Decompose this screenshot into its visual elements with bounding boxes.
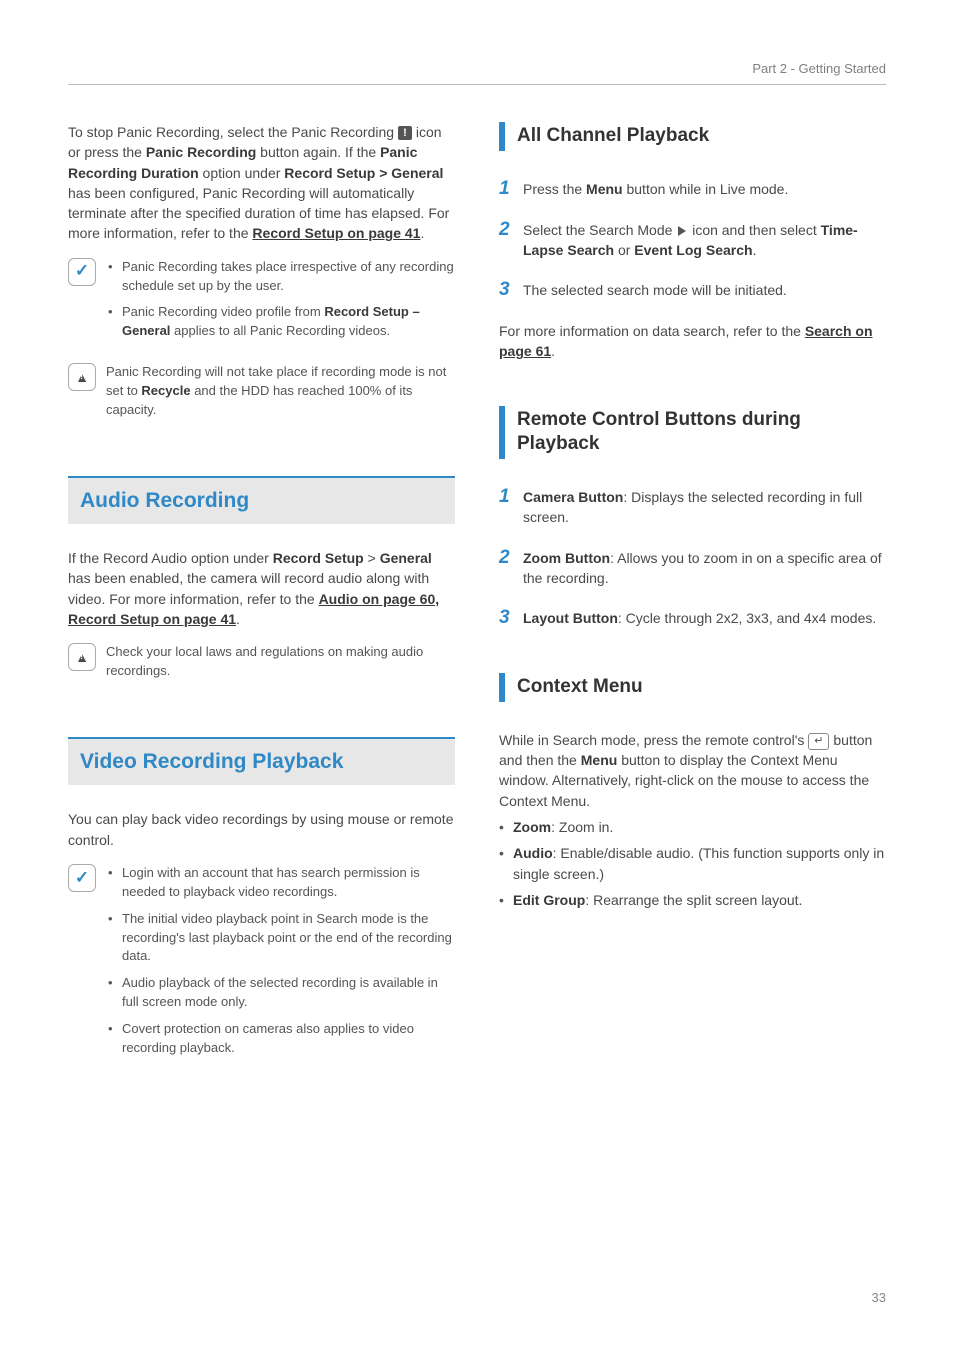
text: or <box>614 242 634 258</box>
text: . <box>551 343 555 359</box>
text: icon and then select <box>688 222 820 238</box>
text: Recycle <box>141 383 190 398</box>
text: Layout Button <box>523 610 618 626</box>
text: Record Setup <box>273 550 364 566</box>
note-block: Login with an account that has search pe… <box>68 864 455 1066</box>
text: Panic Recording video profile from <box>122 304 324 319</box>
text: Panic Recording <box>146 144 256 160</box>
warning-text: Check your local laws and regulations on… <box>106 643 455 681</box>
all-channel-steps: 1 Press the Menu button while in Live mo… <box>499 179 886 301</box>
step-item: 3 Layout Button: Cycle through 2x2, 3x3,… <box>499 608 886 629</box>
heading-remote-control-buttons: Remote Control Buttons during Playback <box>499 406 886 459</box>
step-number: 1 <box>499 487 513 508</box>
step-item: 1 Camera Button: Displays the selected r… <box>499 487 886 528</box>
checkmark-icon <box>68 258 96 286</box>
text: Press the <box>523 181 586 197</box>
enter-icon: ↵ <box>808 733 829 750</box>
step-number: 3 <box>499 280 513 301</box>
context-menu-paragraph: While in Search mode, press the remote c… <box>499 730 886 811</box>
text: . <box>236 611 240 627</box>
text: applies to all Panic Recording videos. <box>170 323 390 338</box>
text: button while in Live mode. <box>623 181 789 197</box>
text: : Rearrange the split screen layout. <box>585 892 802 908</box>
page-number: 33 <box>872 1289 886 1308</box>
checkmark-icon <box>68 864 96 892</box>
heading-context-menu: Context Menu <box>499 673 886 702</box>
text: . <box>753 242 757 258</box>
step-number: 2 <box>499 548 513 569</box>
audio-paragraph: If the Record Audio option under Record … <box>68 548 455 629</box>
text: : Cycle through 2x2, 3x3, and 4x4 modes. <box>618 610 876 626</box>
text: Record Setup > General <box>284 165 443 181</box>
text: Menu <box>581 752 618 768</box>
text: Menu <box>586 181 623 197</box>
text: Zoom Button <box>523 550 610 566</box>
text: button again. If the <box>256 144 380 160</box>
warning-icon: ▲ <box>68 643 96 671</box>
text: To stop Panic Recording, select the Pani… <box>68 124 394 140</box>
two-column-layout: To stop Panic Recording, select the Pani… <box>68 122 886 1066</box>
text: > <box>364 550 380 566</box>
warning-block: ▲ Panic Recording will not take place if… <box>68 363 455 420</box>
list-item: Covert protection on cameras also applie… <box>108 1020 455 1058</box>
playback-paragraph: You can play back video recordings by us… <box>68 809 455 850</box>
link-record-setup[interactable]: Record Setup on page 41 <box>252 225 420 241</box>
list-item: Audio: Enable/disable audio. (This funct… <box>499 843 886 884</box>
play-icon <box>678 226 686 236</box>
remote-control-steps: 1 Camera Button: Displays the selected r… <box>499 487 886 629</box>
text: While in Search mode, press the remote c… <box>499 732 808 748</box>
text: Camera Button <box>523 489 623 505</box>
header-part-label: Part 2 - Getting Started <box>752 60 886 79</box>
text: For more information on data search, ref… <box>499 323 805 339</box>
list-item: Edit Group: Rearrange the split screen l… <box>499 890 886 910</box>
right-column: All Channel Playback 1 Press the Menu bu… <box>499 122 886 1066</box>
header-rule <box>68 84 886 85</box>
step-number: 2 <box>499 220 513 241</box>
more-info-paragraph: For more information on data search, ref… <box>499 321 886 362</box>
text: Event Log Search <box>634 242 752 258</box>
text: If the Record Audio option under <box>68 550 273 566</box>
text: : Zoom in. <box>551 819 613 835</box>
note-list: Login with an account that has search pe… <box>106 864 455 1066</box>
panic-intro: To stop Panic Recording, select the Pani… <box>68 122 455 244</box>
list-item: The initial video playback point in Sear… <box>108 910 455 967</box>
heading-video-recording-playback: Video Recording Playback <box>68 737 455 785</box>
text: . <box>420 225 424 241</box>
list-item: Login with an account that has search pe… <box>108 864 455 902</box>
list-item: Panic Recording video profile from Recor… <box>108 303 455 341</box>
text: Select the Search Mode <box>523 222 676 238</box>
text: Audio <box>513 845 553 861</box>
note-block: Panic Recording takes place irrespective… <box>68 258 455 349</box>
text: Zoom <box>513 819 551 835</box>
text: General <box>380 550 432 566</box>
step-item: 2 Zoom Button: Allows you to zoom in on … <box>499 548 886 589</box>
heading-all-channel-playback: All Channel Playback <box>499 122 886 151</box>
left-column: To stop Panic Recording, select the Pani… <box>68 122 455 1066</box>
warning-text: Panic Recording will not take place if r… <box>106 363 455 420</box>
step-item: 1 Press the Menu button while in Live mo… <box>499 179 886 200</box>
note-list: Panic Recording takes place irrespective… <box>106 258 455 349</box>
context-menu-list: Zoom: Zoom in. Audio: Enable/disable aud… <box>499 817 886 910</box>
step-item: 3 The selected search mode will be initi… <box>499 280 886 301</box>
text: : Enable/disable audio. (This function s… <box>513 845 884 881</box>
list-item: Panic Recording takes place irrespective… <box>108 258 455 296</box>
text: option under <box>199 165 285 181</box>
warning-icon: ▲ <box>68 363 96 391</box>
list-item: Audio playback of the selected recording… <box>108 974 455 1012</box>
step-item: 2 Select the Search Mode icon and then s… <box>499 220 886 261</box>
step-number: 1 <box>499 179 513 200</box>
step-number: 3 <box>499 608 513 629</box>
exclamation-icon: ! <box>398 126 412 140</box>
text: The selected search mode will be initiat… <box>523 280 886 300</box>
list-item: Zoom: Zoom in. <box>499 817 886 837</box>
heading-audio-recording: Audio Recording <box>68 476 455 524</box>
warning-block: ▲ Check your local laws and regulations … <box>68 643 455 681</box>
text: Edit Group <box>513 892 585 908</box>
